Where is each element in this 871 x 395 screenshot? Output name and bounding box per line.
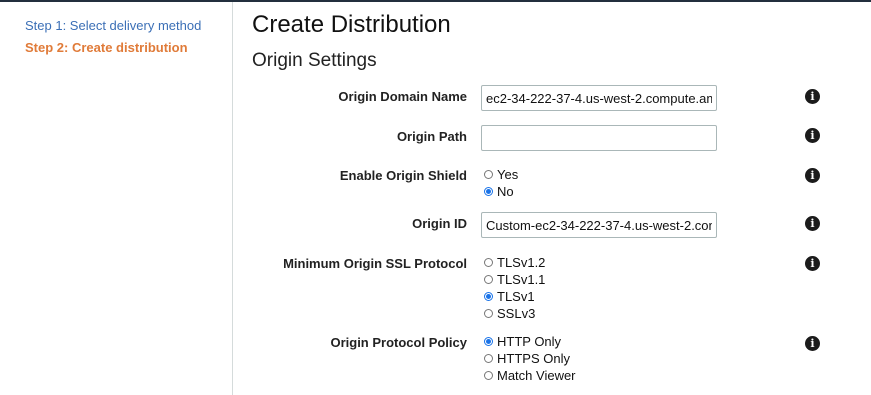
- radio-option-match-viewer[interactable]: Match Viewer: [484, 367, 576, 384]
- radio-button[interactable]: [484, 309, 493, 318]
- origin-path-label: Origin Path: [396, 129, 467, 144]
- radio-label: TLSv1: [497, 289, 535, 304]
- radio-button-selected[interactable]: [484, 187, 493, 196]
- radio-label: Match Viewer: [497, 368, 576, 383]
- radio-button[interactable]: [484, 258, 493, 267]
- info-icon[interactable]: i: [805, 216, 820, 231]
- radio-button[interactable]: [484, 170, 493, 179]
- section-title-origin-settings: Origin Settings: [252, 50, 377, 71]
- radio-button[interactable]: [484, 354, 493, 363]
- info-icon[interactable]: i: [805, 336, 820, 351]
- radio-label: TLSv1.1: [497, 272, 546, 287]
- info-icon[interactable]: i: [805, 128, 820, 143]
- radio-option-tlsv1[interactable]: TLSv1: [484, 288, 545, 305]
- origin-id-label: Origin ID: [412, 216, 467, 231]
- radio-option-yes[interactable]: Yes: [484, 166, 518, 183]
- radio-label: TLSv1.2: [497, 255, 546, 270]
- radio-label: No: [497, 184, 514, 199]
- info-icon[interactable]: i: [805, 256, 820, 271]
- radio-label: HTTPS Only: [497, 351, 570, 366]
- radio-button[interactable]: [484, 275, 493, 284]
- radio-label: SSLv3: [497, 306, 536, 321]
- origin-domain-name-input[interactable]: [481, 85, 717, 111]
- origin-shield-label: Enable Origin Shield: [339, 168, 467, 183]
- origin-domain-name-label: Origin Domain Name: [338, 89, 467, 104]
- info-icon[interactable]: i: [805, 89, 820, 104]
- main-content: Create Distribution Origin Settings Orig…: [233, 2, 871, 395]
- radio-option-https-only[interactable]: HTTPS Only: [484, 350, 576, 367]
- radio-option-no[interactable]: No: [484, 183, 518, 200]
- radio-button[interactable]: [484, 371, 493, 380]
- radio-option-tlsv1-1[interactable]: TLSv1.1: [484, 271, 545, 288]
- wizard-sidebar: Step 1: Select delivery method Step 2: C…: [0, 2, 233, 395]
- min-ssl-radio-group: TLSv1.2 TLSv1.1 TLSv1 SSLv3: [484, 254, 545, 322]
- radio-label: Yes: [497, 167, 519, 182]
- radio-button-selected[interactable]: [484, 337, 493, 346]
- protocol-policy-radio-group: HTTP Only HTTPS Only Match Viewer: [484, 333, 576, 384]
- radio-option-sslv3[interactable]: SSLv3: [484, 305, 545, 322]
- step-create-distribution-current: Step 2: Create distribution: [25, 40, 188, 55]
- origin-path-input[interactable]: [481, 125, 717, 151]
- page-title: Create Distribution: [252, 11, 451, 38]
- protocol-policy-label: Origin Protocol Policy: [330, 335, 467, 350]
- min-ssl-label: Minimum Origin SSL Protocol: [283, 256, 467, 271]
- step-select-delivery-method-link[interactable]: Step 1: Select delivery method: [25, 18, 201, 33]
- radio-label: HTTP Only: [497, 334, 562, 349]
- info-icon[interactable]: i: [805, 168, 820, 183]
- radio-option-http-only[interactable]: HTTP Only: [484, 333, 576, 350]
- origin-id-input[interactable]: [481, 212, 717, 238]
- radio-button-selected[interactable]: [484, 292, 493, 301]
- origin-shield-radio-group: Yes No: [484, 166, 518, 200]
- radio-option-tlsv1-2[interactable]: TLSv1.2: [484, 254, 545, 271]
